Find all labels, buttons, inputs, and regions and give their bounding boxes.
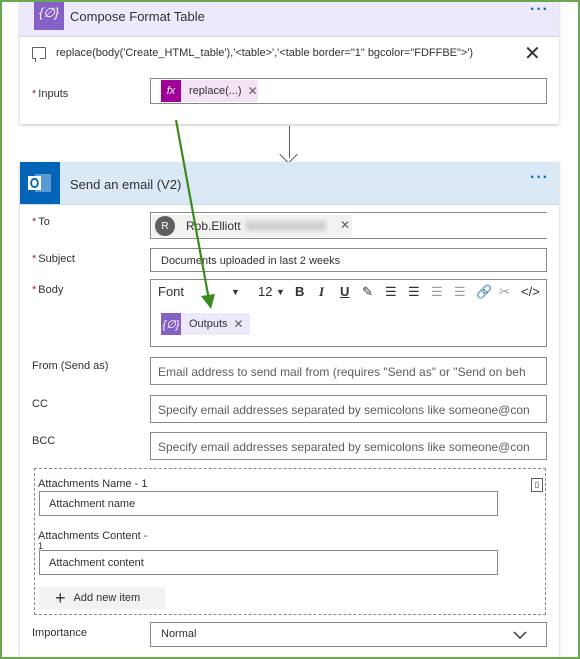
- annotation-arrow: [174, 119, 215, 309]
- screenshot-frame: {∅} Compose Format Table ··· replace(bod…: [0, 0, 580, 659]
